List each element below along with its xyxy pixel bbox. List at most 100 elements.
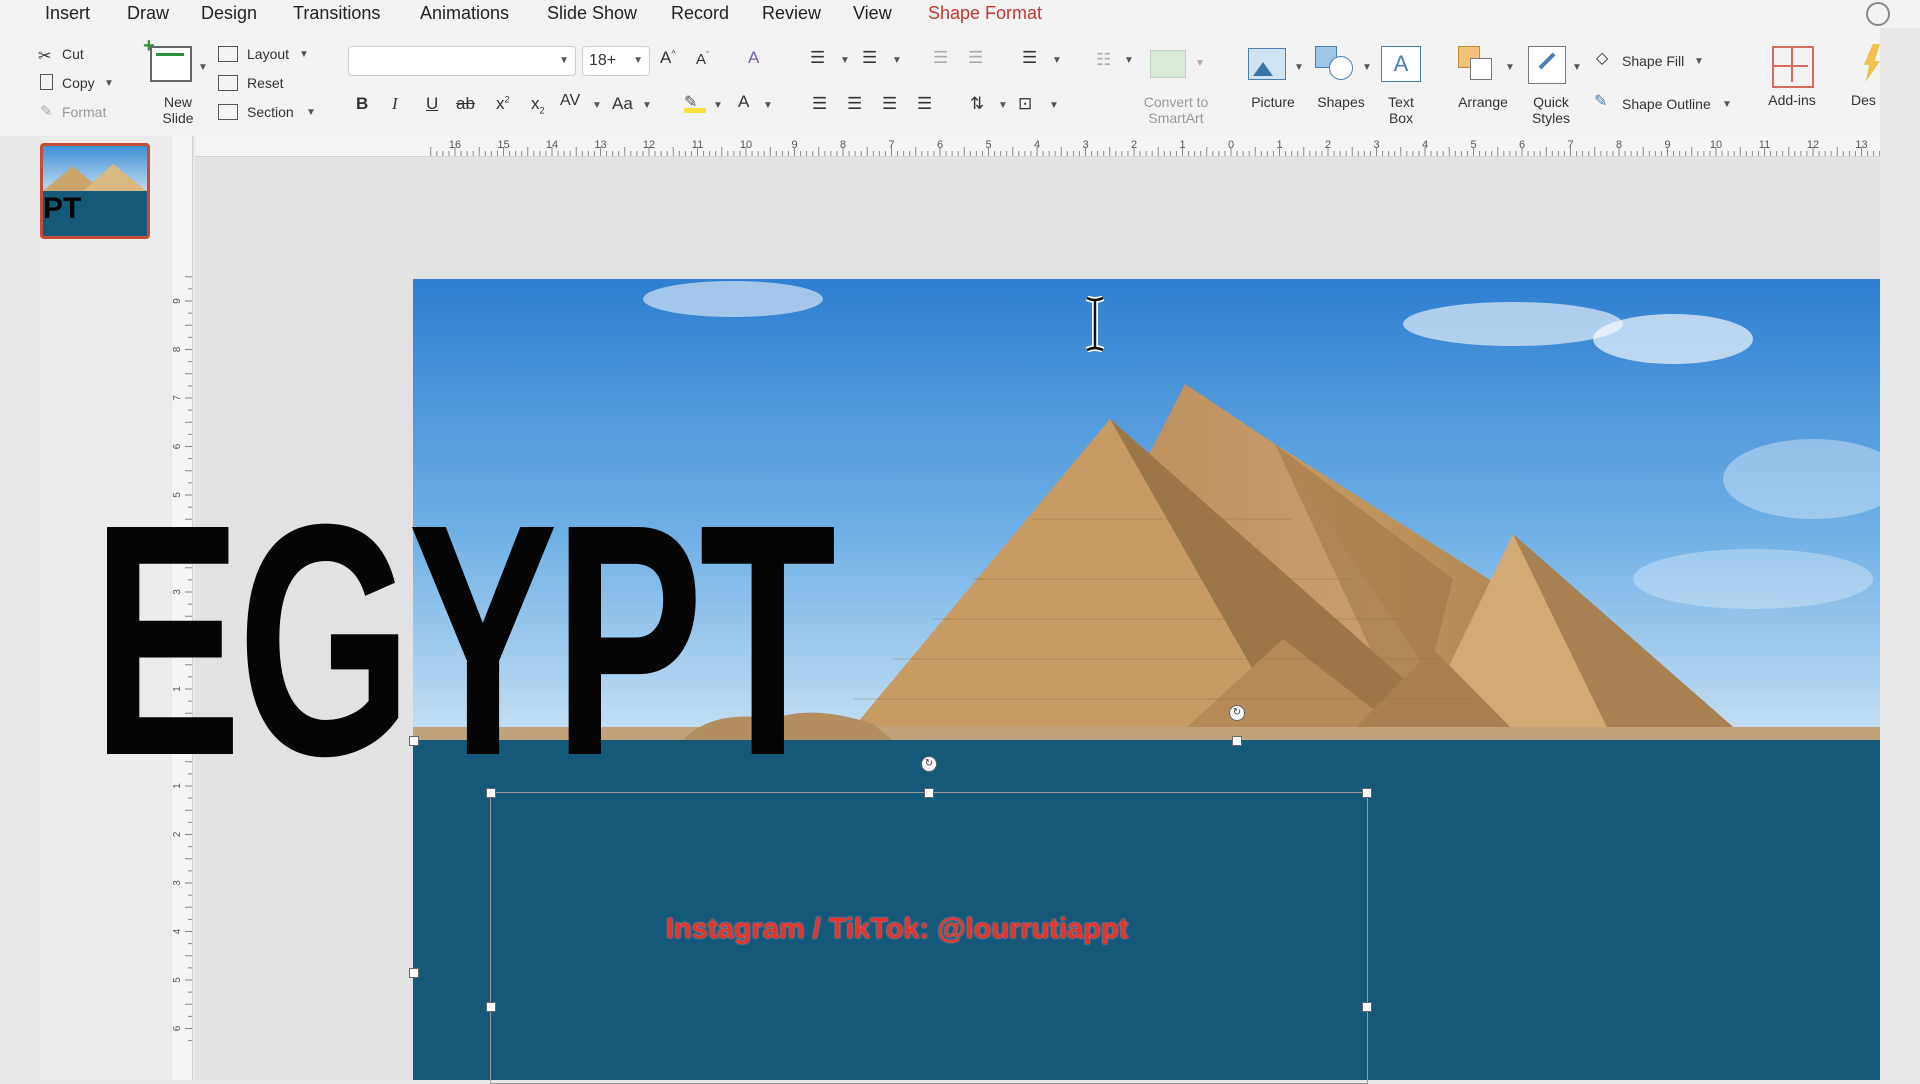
columns-icon[interactable]: ☷ bbox=[1096, 50, 1111, 70]
resize-handle[interactable] bbox=[1362, 1002, 1372, 1012]
menu-shape-format[interactable]: Shape Format bbox=[928, 3, 1042, 24]
justify-icon[interactable]: ☰ bbox=[917, 94, 932, 114]
chevron-down-icon[interactable]: ▼ bbox=[1722, 99, 1732, 110]
account-icon[interactable] bbox=[1866, 2, 1890, 26]
underline-icon[interactable]: U bbox=[426, 94, 438, 114]
chevron-down-icon[interactable]: ▼ bbox=[713, 100, 723, 111]
chevron-down-icon[interactable]: ▼ bbox=[1694, 56, 1704, 67]
ribbon: ✂ Cut Copy ▼ ✎ Format + ▼ New Slide Layo… bbox=[0, 28, 1880, 136]
shape-outline-button[interactable]: Shape Outline bbox=[1622, 96, 1711, 112]
designer-button[interactable]: Des bbox=[1851, 92, 1876, 108]
increase-indent-icon[interactable]: ☰ bbox=[968, 48, 983, 68]
arrange-icon[interactable] bbox=[1458, 46, 1496, 82]
menu-draw[interactable]: Draw bbox=[127, 3, 169, 24]
chevron-down-icon[interactable]: ▼ bbox=[1049, 100, 1059, 111]
resize-handle[interactable] bbox=[409, 736, 419, 746]
rotate-handle-icon[interactable]: ↻ bbox=[1229, 705, 1245, 721]
chevron-down-icon[interactable]: ▼ bbox=[840, 55, 850, 66]
resize-handle[interactable] bbox=[486, 1002, 496, 1012]
slide-thumbnail[interactable]: PT bbox=[40, 143, 150, 239]
shrink-font-icon[interactable]: Aˇ bbox=[696, 50, 709, 68]
clear-format-icon[interactable]: A bbox=[748, 48, 759, 68]
shape-fill-button[interactable]: Shape Fill bbox=[1622, 53, 1684, 69]
rotate-handle-icon[interactable]: ↻ bbox=[921, 756, 937, 772]
add-ins-icon[interactable] bbox=[1772, 46, 1814, 88]
ruler-tick-label: 8 bbox=[172, 346, 183, 352]
menu-insert[interactable]: Insert bbox=[45, 3, 90, 24]
italic-icon[interactable]: I bbox=[392, 94, 398, 114]
character-spacing-icon[interactable]: AV bbox=[560, 92, 580, 110]
chevron-down-icon[interactable]: ▼ bbox=[892, 55, 902, 66]
font-size-input[interactable]: 18+ ▼ bbox=[582, 46, 650, 76]
bold-icon[interactable]: B bbox=[356, 94, 368, 114]
quick-styles-icon[interactable] bbox=[1528, 46, 1566, 84]
strikethrough-icon[interactable]: ab bbox=[456, 94, 475, 114]
text-direction-icon[interactable]: ⇅ bbox=[970, 94, 984, 114]
menu-design[interactable]: Design bbox=[201, 3, 257, 24]
numbering-icon[interactable]: ☰ bbox=[862, 48, 877, 68]
chevron-down-icon[interactable]: ▼ bbox=[1505, 62, 1515, 73]
font-name-input[interactable]: ▼ bbox=[348, 46, 576, 76]
add-ins-button[interactable]: Add-ins bbox=[1760, 92, 1824, 108]
chevron-down-icon[interactable]: ▼ bbox=[1052, 55, 1062, 66]
superscript-icon[interactable]: x2 bbox=[496, 94, 510, 114]
chevron-down-icon[interactable]: ▼ bbox=[104, 78, 114, 89]
resize-handle[interactable] bbox=[409, 968, 419, 978]
change-case-icon[interactable]: Aa bbox=[612, 94, 633, 114]
chevron-down-icon[interactable]: ▼ bbox=[306, 107, 316, 118]
menu-animations[interactable]: Animations bbox=[420, 3, 509, 24]
format-painter-button[interactable]: Format bbox=[62, 104, 106, 120]
convert-smartart-button[interactable]: Convert to SmartArt bbox=[1126, 94, 1226, 126]
resize-handle[interactable] bbox=[1362, 788, 1372, 798]
chevron-down-icon[interactable]: ▼ bbox=[642, 100, 652, 111]
picture-icon[interactable] bbox=[1248, 48, 1286, 80]
chevron-down-icon[interactable]: ▼ bbox=[592, 100, 602, 111]
shapes-button[interactable]: Shapes bbox=[1306, 94, 1376, 110]
subscript-icon[interactable]: x2 bbox=[531, 94, 545, 115]
shapes-icon[interactable] bbox=[1315, 46, 1355, 80]
chevron-down-icon[interactable]: ▼ bbox=[763, 100, 773, 111]
bullets-icon[interactable]: ☰ bbox=[810, 48, 825, 68]
layout-button[interactable]: Layout bbox=[247, 46, 289, 62]
grow-font-icon[interactable]: A^ bbox=[660, 48, 676, 68]
copy-button[interactable]: Copy bbox=[62, 75, 95, 91]
designer-icon[interactable] bbox=[1863, 44, 1880, 82]
align-center-icon[interactable]: ☰ bbox=[847, 94, 862, 114]
picture-button[interactable]: Picture bbox=[1238, 94, 1308, 110]
resize-handle[interactable] bbox=[1232, 736, 1242, 746]
chevron-down-icon[interactable]: ▼ bbox=[1124, 55, 1134, 66]
new-slide-icon[interactable]: + bbox=[143, 36, 192, 82]
line-spacing-icon[interactable]: ☰ bbox=[1022, 48, 1037, 68]
menu-review[interactable]: Review bbox=[762, 3, 821, 24]
chevron-down-icon[interactable]: ▼ bbox=[1195, 58, 1205, 69]
text-box-button[interactable]: Text Box bbox=[1376, 94, 1426, 126]
font-color-icon[interactable]: A bbox=[738, 92, 749, 112]
slide-title[interactable]: EGYPT bbox=[92, 475, 836, 805]
highlighter-icon[interactable]: ✎ bbox=[684, 92, 706, 113]
reset-button[interactable]: Reset bbox=[247, 75, 284, 91]
new-slide-button[interactable]: New Slide bbox=[150, 94, 206, 126]
decrease-indent-icon[interactable]: ☰ bbox=[933, 48, 948, 68]
align-left-icon[interactable]: ☰ bbox=[812, 94, 827, 114]
chevron-down-icon[interactable]: ▼ bbox=[299, 49, 309, 60]
ruler-tick-label: 6 bbox=[172, 443, 183, 449]
resize-handle[interactable] bbox=[924, 788, 934, 798]
cut-button[interactable]: Cut bbox=[62, 46, 84, 62]
menu-view[interactable]: View bbox=[853, 3, 892, 24]
resize-handle[interactable] bbox=[486, 788, 496, 798]
chevron-down-icon[interactable]: ▼ bbox=[1572, 62, 1582, 73]
align-right-icon[interactable]: ☰ bbox=[882, 94, 897, 114]
text-box-icon[interactable]: A bbox=[1381, 46, 1421, 82]
menu-transitions[interactable]: Transitions bbox=[293, 3, 380, 24]
align-text-icon[interactable]: ⊡ bbox=[1018, 94, 1032, 114]
menu-bar: Insert Draw Design Transitions Animation… bbox=[0, 0, 1920, 28]
chevron-down-icon[interactable]: ▼ bbox=[998, 100, 1008, 111]
menu-slide-show[interactable]: Slide Show bbox=[547, 3, 637, 24]
quick-styles-button[interactable]: Quick Styles bbox=[1518, 94, 1584, 126]
menu-record[interactable]: Record bbox=[671, 3, 729, 24]
chevron-down-icon[interactable]: ▼ bbox=[1362, 62, 1372, 73]
arrange-button[interactable]: Arrange bbox=[1448, 94, 1518, 110]
chevron-down-icon[interactable]: ▼ bbox=[1294, 62, 1304, 73]
chevron-down-icon[interactable]: ▼ bbox=[198, 62, 208, 73]
section-button[interactable]: Section bbox=[247, 104, 294, 120]
